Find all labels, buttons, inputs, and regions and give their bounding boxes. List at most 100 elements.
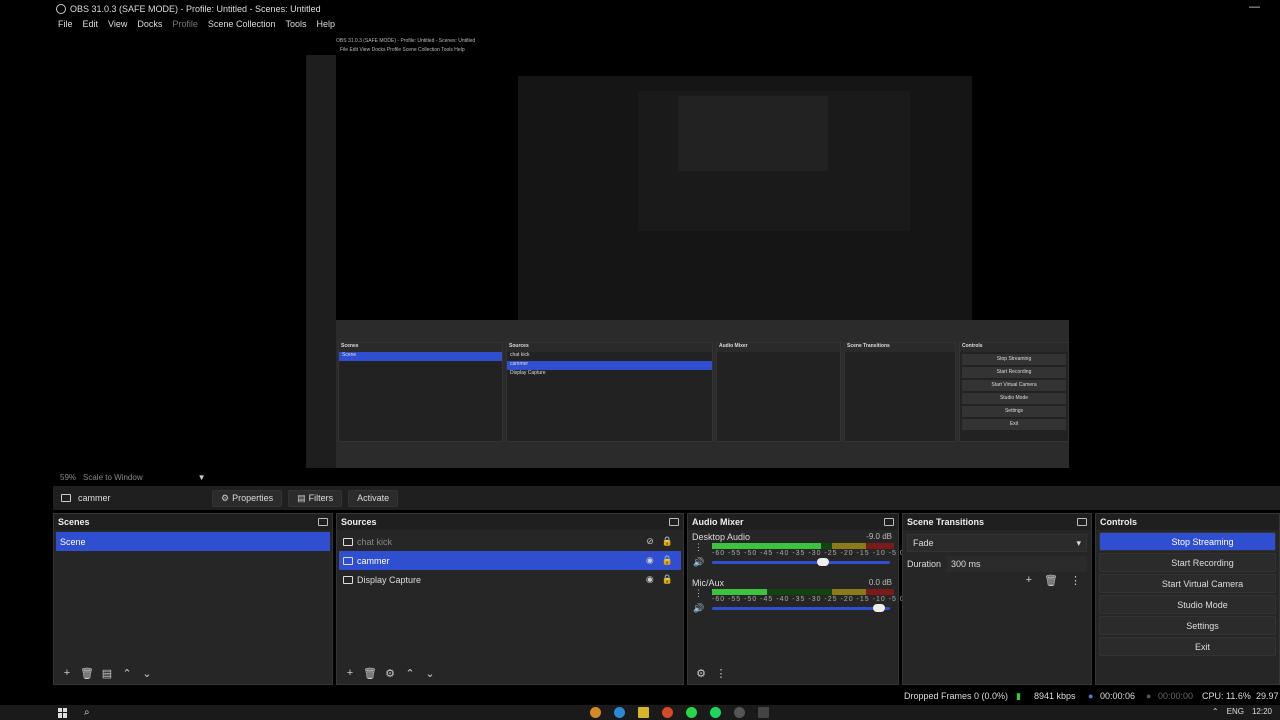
undock-icon[interactable]	[669, 518, 679, 526]
lock-icon[interactable]: 🔒	[662, 555, 673, 566]
scenes-dock-header: Scenes	[54, 514, 332, 530]
start-recording-button[interactable]: Start Recording	[1099, 553, 1276, 572]
stop-streaming-button[interactable]: Stop Streaming	[1099, 532, 1276, 551]
minimize-button[interactable]: —	[1249, 1, 1260, 13]
zoom-percent: 59%	[60, 472, 77, 482]
chrome-icon[interactable]	[661, 707, 673, 718]
volume-slider[interactable]	[712, 558, 890, 566]
eye-hidden-icon[interactable]: ⊘	[646, 536, 654, 547]
add-icon[interactable]: +	[343, 667, 357, 679]
obs-taskbar-icon[interactable]	[733, 707, 745, 718]
volume-slider-handle[interactable]	[817, 558, 830, 566]
preview-nested-level-2	[518, 76, 972, 331]
volume-slider-handle[interactable]	[872, 604, 885, 612]
preview-nested-level-4	[678, 96, 828, 171]
settings-button[interactable]: Settings	[1099, 616, 1276, 635]
eye-icon[interactable]: ◉	[646, 555, 654, 566]
scene-item[interactable]: Scene	[56, 532, 330, 551]
volume-slider[interactable]	[712, 604, 890, 612]
preview-inner-transitions-head: Scene Transitions	[845, 343, 955, 352]
filter-icon[interactable]: ▤	[100, 667, 114, 680]
start-virtual-camera-button[interactable]: Start Virtual Camera	[1099, 574, 1276, 593]
trash-icon[interactable]: 🗑	[363, 667, 377, 680]
source-item[interactable]: chat kick ⊘ 🔒	[339, 532, 681, 551]
zoom-mode[interactable]: Scale to Window	[83, 473, 143, 482]
gear-icon[interactable]: ⚙	[694, 667, 708, 680]
gear-icon[interactable]: ⚙	[383, 667, 397, 680]
clock[interactable]: 12:20	[1252, 707, 1272, 716]
windows-start-icon[interactable]	[58, 707, 68, 718]
menu-scene-collection[interactable]: Scene Collection	[208, 19, 276, 29]
sources-dock-footer: + 🗑 ⚙ ⌃ ⌄	[337, 662, 683, 684]
source-item-actions: ⊘ 🔒	[646, 536, 673, 547]
duration-row: Duration 300 ms	[907, 556, 1087, 572]
trash-icon[interactable]: 🗑	[80, 667, 94, 680]
menu-edit[interactable]: Edit	[83, 19, 99, 29]
language[interactable]: ENG	[1227, 707, 1244, 716]
menu-docks[interactable]: Docks	[137, 19, 162, 29]
chevron-up-icon[interactable]: ⌃	[120, 667, 134, 680]
menu-profile[interactable]: Profile	[172, 19, 198, 29]
chevron-up-icon[interactable]: ⌃	[403, 667, 417, 680]
menu-tools[interactable]: Tools	[285, 19, 306, 29]
transition-select[interactable]: Fade ▾	[907, 534, 1087, 552]
filters-button[interactable]: ▤ Filters	[288, 489, 343, 507]
lock-icon[interactable]: 🔒	[662, 536, 673, 547]
speaker-icon[interactable]: 🔊	[693, 603, 704, 614]
undock-icon[interactable]	[318, 518, 328, 526]
speaker-icon[interactable]: 🔊	[693, 557, 704, 568]
record-status-icon: ●	[1146, 691, 1152, 701]
duration-input[interactable]: 300 ms	[947, 556, 1087, 572]
more-icon[interactable]: ⋮	[694, 588, 703, 599]
camera-icon	[61, 494, 71, 502]
vlc-icon[interactable]	[589, 707, 601, 718]
add-icon[interactable]: +	[1026, 574, 1032, 587]
meter-peak-zone	[866, 543, 894, 549]
lock-icon[interactable]: 🔒	[662, 574, 673, 585]
properties-button[interactable]: ⚙ Properties	[212, 489, 283, 507]
transition-selected: Fade	[913, 538, 934, 548]
eye-icon[interactable]: ◉	[646, 574, 654, 585]
edge-icon[interactable]	[613, 707, 625, 718]
scene-item-label: Scene	[60, 536, 86, 547]
menu-file[interactable]: File	[58, 19, 73, 29]
menu-help[interactable]: Help	[316, 19, 335, 29]
menu-view[interactable]: View	[108, 19, 127, 29]
app-icon[interactable]	[757, 707, 769, 718]
undock-icon[interactable]	[1077, 518, 1087, 526]
undock-icon[interactable]	[884, 518, 894, 526]
level-meter	[712, 543, 894, 549]
source-toolbar: cammer ⚙ Properties ▤ Filters Activate	[53, 486, 1280, 510]
spotify-icon[interactable]	[709, 707, 721, 718]
chevron-down-icon[interactable]: ⌄	[423, 667, 437, 680]
level-meter	[712, 589, 894, 595]
preview-inner-control-button: Start Recording	[962, 367, 1066, 378]
trash-icon[interactable]: 🗑	[1044, 574, 1058, 587]
studio-mode-button[interactable]: Studio Mode	[1099, 595, 1276, 614]
whatsapp-icon[interactable]	[685, 707, 697, 718]
controls-dock: Controls Stop Streaming Start Recording …	[1095, 513, 1280, 685]
source-item[interactable]: cammer ◉ 🔒	[339, 551, 681, 570]
exit-button[interactable]: Exit	[1099, 637, 1276, 656]
more-icon[interactable]: ⋮	[694, 542, 703, 553]
scenes-dock-footer: + 🗑 ▤ ⌃ ⌄	[54, 662, 332, 684]
activate-button[interactable]: Activate	[348, 489, 399, 507]
channel-name: Desktop Audio	[692, 532, 751, 542]
file-explorer-icon[interactable]	[637, 707, 649, 718]
preview-inner-controls: Controls Stop Streaming Start Recording …	[959, 342, 1069, 442]
chevron-down-icon[interactable]: ⌄	[140, 667, 154, 680]
more-icon[interactable]: ⋮	[1070, 574, 1081, 587]
add-icon[interactable]: +	[60, 667, 74, 679]
status-bar: Dropped Frames 0 (0.0%) ▮ 8941 kbps ● 00…	[53, 688, 1280, 704]
preview-canvas[interactable]: OBS 31.0.3 (SAFE MODE) - Profile: Untitl…	[306, 38, 1069, 468]
chevron-up-icon[interactable]: ⌃	[1212, 707, 1219, 716]
preview-inner-sources-head: Sources	[507, 343, 712, 352]
more-icon[interactable]: ⋮	[714, 667, 728, 680]
transition-actions: + 🗑 ⋮	[1026, 574, 1081, 587]
source-item[interactable]: Display Capture ◉ 🔒	[339, 570, 681, 589]
search-icon[interactable]: ⌕	[84, 707, 90, 718]
zoom-dropdown-icon[interactable]: ▼	[198, 473, 206, 482]
preview-inner-scenes: Scenes Scene	[338, 342, 503, 442]
source-item-label: chat kick	[357, 536, 393, 547]
dropped-frames: Dropped Frames 0 (0.0%)	[904, 691, 1009, 701]
